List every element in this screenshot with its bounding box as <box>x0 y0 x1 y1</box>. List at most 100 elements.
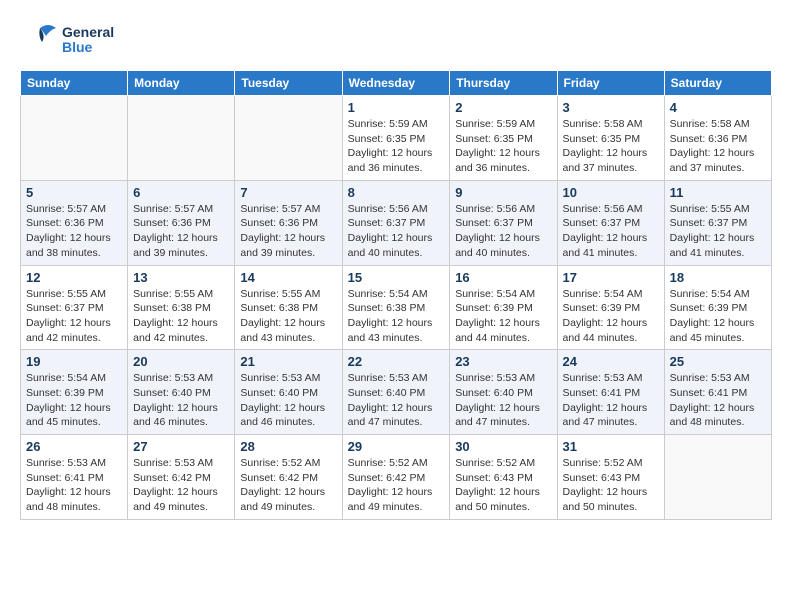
calendar-cell: 18 Sunrise: 5:54 AM Sunset: 6:39 PM Dayli… <box>664 265 771 350</box>
day-number: 4 <box>670 100 766 115</box>
day-info: Sunrise: 5:59 AM Sunset: 6:35 PM Dayligh… <box>455 117 551 176</box>
logo: General Blue <box>20 20 114 60</box>
day-number: 14 <box>240 270 336 285</box>
day-info: Sunrise: 5:52 AM Sunset: 6:43 PM Dayligh… <box>455 456 551 515</box>
day-info: Sunrise: 5:57 AM Sunset: 6:36 PM Dayligh… <box>26 202 122 261</box>
weekday-header: Tuesday <box>235 71 342 96</box>
calendar-cell: 31 Sunrise: 5:52 AM Sunset: 6:43 PM Dayli… <box>557 435 664 520</box>
day-number: 20 <box>133 354 229 369</box>
day-number: 23 <box>455 354 551 369</box>
day-number: 12 <box>26 270 122 285</box>
day-number: 16 <box>455 270 551 285</box>
calendar-cell: 3 Sunrise: 5:58 AM Sunset: 6:35 PM Daylig… <box>557 96 664 181</box>
day-info: Sunrise: 5:59 AM Sunset: 6:35 PM Dayligh… <box>348 117 445 176</box>
logo-bird-icon <box>20 20 60 60</box>
day-info: Sunrise: 5:57 AM Sunset: 6:36 PM Dayligh… <box>133 202 229 261</box>
calendar-cell: 27Sunrise: 5:53 AM Sunset: 6:42 PM Dayli… <box>128 435 235 520</box>
day-number: 11 <box>670 185 766 200</box>
calendar-cell <box>128 96 235 181</box>
day-info: Sunrise: 5:58 AM Sunset: 6:36 PM Dayligh… <box>670 117 766 176</box>
day-number: 5 <box>26 185 122 200</box>
logo-blue: Blue <box>62 40 114 55</box>
calendar-cell: 28Sunrise: 5:52 AM Sunset: 6:42 PM Dayli… <box>235 435 342 520</box>
calendar-cell: 15 Sunrise: 5:54 AM Sunset: 6:38 PM Dayli… <box>342 265 450 350</box>
day-number: 22 <box>348 354 445 369</box>
weekday-header: Friday <box>557 71 664 96</box>
weekday-header-row: SundayMondayTuesdayWednesdayThursdayFrid… <box>21 71 772 96</box>
calendar-week-row: 1 Sunrise: 5:59 AM Sunset: 6:35 PM Daylig… <box>21 96 772 181</box>
calendar-cell: 22 Sunrise: 5:53 AM Sunset: 6:40 PM Dayli… <box>342 350 450 435</box>
day-info: Sunrise: 5:53 AM Sunset: 6:40 PM Dayligh… <box>455 371 551 430</box>
day-info: Sunrise: 5:54 AM Sunset: 6:39 PM Dayligh… <box>670 287 766 346</box>
calendar-cell <box>664 435 771 520</box>
calendar-cell: 23 Sunrise: 5:53 AM Sunset: 6:40 PM Dayli… <box>450 350 557 435</box>
day-info: Sunrise: 5:54 AM Sunset: 6:39 PM Dayligh… <box>455 287 551 346</box>
weekday-header: Sunday <box>21 71 128 96</box>
weekday-header: Thursday <box>450 71 557 96</box>
day-info: Sunrise: 5:54 AM Sunset: 6:39 PM Dayligh… <box>26 371 122 430</box>
calendar-cell: 17 Sunrise: 5:54 AM Sunset: 6:39 PM Dayli… <box>557 265 664 350</box>
calendar-cell: 20 Sunrise: 5:53 AM Sunset: 6:40 PM Dayli… <box>128 350 235 435</box>
calendar-cell: 6 Sunrise: 5:57 AM Sunset: 6:36 PM Daylig… <box>128 180 235 265</box>
day-info: Sunrise: 5:54 AM Sunset: 6:38 PM Dayligh… <box>348 287 445 346</box>
calendar-cell: 30Sunrise: 5:52 AM Sunset: 6:43 PM Dayli… <box>450 435 557 520</box>
calendar-week-row: 5 Sunrise: 5:57 AM Sunset: 6:36 PM Daylig… <box>21 180 772 265</box>
day-number: 10 <box>563 185 659 200</box>
calendar-cell: 29 Sunrise: 5:52 AM Sunset: 6:42 PM Dayli… <box>342 435 450 520</box>
day-info: Sunrise: 5:56 AM Sunset: 6:37 PM Dayligh… <box>455 202 551 261</box>
day-info: Sunrise: 5:55 AM Sunset: 6:37 PM Dayligh… <box>26 287 122 346</box>
calendar-week-row: 12 Sunrise: 5:55 AM Sunset: 6:37 PM Dayli… <box>21 265 772 350</box>
day-info: Sunrise: 5:55 AM Sunset: 6:38 PM Dayligh… <box>240 287 336 346</box>
day-number: 1 <box>348 100 445 115</box>
calendar-cell: 16 Sunrise: 5:54 AM Sunset: 6:39 PM Dayli… <box>450 265 557 350</box>
calendar-cell: 5 Sunrise: 5:57 AM Sunset: 6:36 PM Daylig… <box>21 180 128 265</box>
day-number: 9 <box>455 185 551 200</box>
day-number: 8 <box>348 185 445 200</box>
day-info: Sunrise: 5:54 AM Sunset: 6:39 PM Dayligh… <box>563 287 659 346</box>
day-info: Sunrise: 5:58 AM Sunset: 6:35 PM Dayligh… <box>563 117 659 176</box>
calendar-cell: 24Sunrise: 5:53 AM Sunset: 6:41 PM Dayli… <box>557 350 664 435</box>
calendar-cell: 14 Sunrise: 5:55 AM Sunset: 6:38 PM Dayli… <box>235 265 342 350</box>
day-number: 6 <box>133 185 229 200</box>
day-info: Sunrise: 5:52 AM Sunset: 6:42 PM Dayligh… <box>348 456 445 515</box>
day-number: 13 <box>133 270 229 285</box>
day-info: Sunrise: 5:53 AM Sunset: 6:40 PM Dayligh… <box>133 371 229 430</box>
calendar-cell: 7Sunrise: 5:57 AM Sunset: 6:36 PM Daylig… <box>235 180 342 265</box>
calendar-cell: 8 Sunrise: 5:56 AM Sunset: 6:37 PM Daylig… <box>342 180 450 265</box>
day-number: 29 <box>348 439 445 454</box>
day-number: 3 <box>563 100 659 115</box>
calendar-cell: 21 Sunrise: 5:53 AM Sunset: 6:40 PM Dayli… <box>235 350 342 435</box>
day-number: 25 <box>670 354 766 369</box>
day-number: 31 <box>563 439 659 454</box>
calendar-cell: 2 Sunrise: 5:59 AM Sunset: 6:35 PM Daylig… <box>450 96 557 181</box>
day-number: 2 <box>455 100 551 115</box>
day-number: 19 <box>26 354 122 369</box>
calendar-cell: 13Sunrise: 5:55 AM Sunset: 6:38 PM Dayli… <box>128 265 235 350</box>
day-number: 15 <box>348 270 445 285</box>
day-number: 28 <box>240 439 336 454</box>
calendar-cell: 1 Sunrise: 5:59 AM Sunset: 6:35 PM Daylig… <box>342 96 450 181</box>
day-info: Sunrise: 5:53 AM Sunset: 6:41 PM Dayligh… <box>26 456 122 515</box>
day-info: Sunrise: 5:53 AM Sunset: 6:40 PM Dayligh… <box>240 371 336 430</box>
calendar-cell <box>235 96 342 181</box>
calendar-cell: 9 Sunrise: 5:56 AM Sunset: 6:37 PM Daylig… <box>450 180 557 265</box>
day-info: Sunrise: 5:55 AM Sunset: 6:37 PM Dayligh… <box>670 202 766 261</box>
weekday-header: Monday <box>128 71 235 96</box>
calendar-cell: 12 Sunrise: 5:55 AM Sunset: 6:37 PM Dayli… <box>21 265 128 350</box>
day-number: 18 <box>670 270 766 285</box>
day-info: Sunrise: 5:56 AM Sunset: 6:37 PM Dayligh… <box>563 202 659 261</box>
calendar-cell: 11 Sunrise: 5:55 AM Sunset: 6:37 PM Dayli… <box>664 180 771 265</box>
weekday-header: Wednesday <box>342 71 450 96</box>
calendar-week-row: 26Sunrise: 5:53 AM Sunset: 6:41 PM Dayli… <box>21 435 772 520</box>
calendar-week-row: 19 Sunrise: 5:54 AM Sunset: 6:39 PM Dayli… <box>21 350 772 435</box>
day-info: Sunrise: 5:56 AM Sunset: 6:37 PM Dayligh… <box>348 202 445 261</box>
day-number: 17 <box>563 270 659 285</box>
calendar-cell: 10 Sunrise: 5:56 AM Sunset: 6:37 PM Dayli… <box>557 180 664 265</box>
day-number: 21 <box>240 354 336 369</box>
day-info: Sunrise: 5:53 AM Sunset: 6:41 PM Dayligh… <box>563 371 659 430</box>
day-info: Sunrise: 5:53 AM Sunset: 6:40 PM Dayligh… <box>348 371 445 430</box>
calendar-cell: 26Sunrise: 5:53 AM Sunset: 6:41 PM Dayli… <box>21 435 128 520</box>
calendar-cell <box>21 96 128 181</box>
day-info: Sunrise: 5:57 AM Sunset: 6:36 PM Dayligh… <box>240 202 336 261</box>
day-info: Sunrise: 5:52 AM Sunset: 6:43 PM Dayligh… <box>563 456 659 515</box>
